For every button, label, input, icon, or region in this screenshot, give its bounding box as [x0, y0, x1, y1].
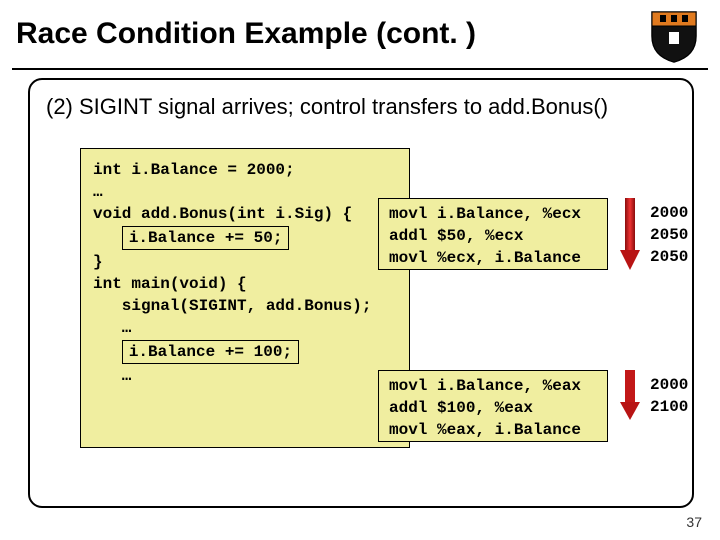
code-line: }: [93, 253, 103, 271]
value: 2050: [650, 226, 688, 244]
asm-line: addl $50, %ecx: [389, 227, 523, 245]
asm-line: movl i.Balance, %eax: [389, 377, 581, 395]
c-code-box: int i.Balance = 2000; … void add.Bonus(i…: [80, 148, 410, 448]
slide-title: Race Condition Example (cont. ): [12, 10, 708, 58]
code-line: …: [93, 367, 131, 385]
page-number: 37: [686, 514, 702, 530]
lead-text: (2) SIGINT signal arrives; control trans…: [46, 94, 608, 120]
asm-line: movl i.Balance, %ecx: [389, 205, 581, 223]
code-highlight: i.Balance += 100;: [122, 340, 299, 364]
arrow-down-icon: [620, 370, 640, 420]
value: 2000: [650, 204, 688, 222]
value: 2050: [650, 248, 688, 266]
code-line: signal(SIGINT, add.Bonus);: [93, 297, 371, 315]
asm-box-2: movl i.Balance, %eax addl $100, %eax mov…: [378, 370, 608, 442]
code-line: void add.Bonus(int i.Sig) {: [93, 205, 352, 223]
title-bar: Race Condition Example (cont. ): [12, 10, 708, 70]
princeton-shield-icon: [646, 8, 702, 64]
arrow-down-icon: [620, 198, 640, 270]
values-1: 2000 2050 2050: [650, 202, 688, 268]
code-line: int main(void) {: [93, 275, 247, 293]
asm-line: addl $100, %eax: [389, 399, 533, 417]
value: 2000: [650, 376, 688, 394]
code-line: …: [93, 319, 131, 337]
code-line: int i.Balance = 2000;: [93, 161, 295, 179]
code-highlight: i.Balance += 50;: [122, 226, 290, 250]
slide: Race Condition Example (cont. ) (2) SIGI…: [0, 0, 720, 540]
asm-box-1: movl i.Balance, %ecx addl $50, %ecx movl…: [378, 198, 608, 270]
code-line: …: [93, 183, 103, 201]
asm-line: movl %eax, i.Balance: [389, 421, 581, 439]
value: 2100: [650, 398, 688, 416]
values-2: 2000 2100: [650, 374, 688, 418]
asm-line: movl %ecx, i.Balance: [389, 249, 581, 267]
